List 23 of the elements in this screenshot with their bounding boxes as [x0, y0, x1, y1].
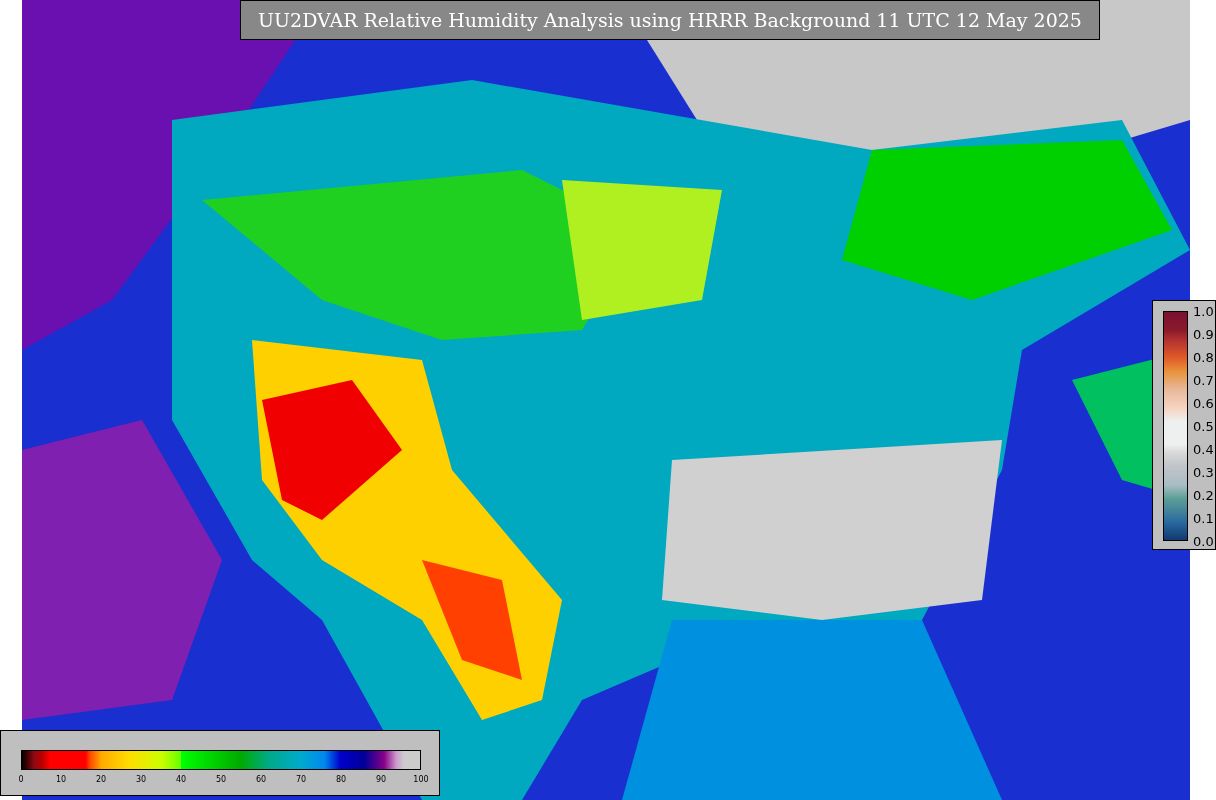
scale-tick-label: 0.1	[1193, 510, 1214, 526]
scale-tick-label: 100	[413, 775, 429, 785]
scale-tick-label: 90	[375, 775, 387, 785]
scale-tick-label: 0.2	[1193, 487, 1214, 503]
scale-tick-label: 0.7	[1193, 372, 1214, 388]
scale-tick-label: 50	[215, 775, 227, 785]
scale-tick-label: 0.6	[1193, 395, 1214, 411]
scale-tick-label: 70	[295, 775, 307, 785]
scale-tick-label: 80	[335, 775, 347, 785]
scale-tick-label: 30	[135, 775, 147, 785]
scale-tick-label: 0	[18, 775, 24, 785]
scale-tick-label: 0.8	[1193, 349, 1214, 365]
scale-tick-label: 10	[55, 775, 67, 785]
scale-tick-label: 20	[95, 775, 107, 785]
scale-tick-label: 0.3	[1193, 464, 1214, 480]
scale-tick-label: 1.0	[1193, 303, 1214, 319]
scale-tick-label: 0.9	[1193, 326, 1214, 342]
scale-tick-label: 0.4	[1193, 441, 1214, 457]
scale-tick-label: 60	[255, 775, 267, 785]
scale-tick-label: 0.5	[1193, 418, 1214, 434]
map-title: UU2DVAR Relative Humidity Analysis using HRRR Background 11 UTC 12 May 2025	[240, 0, 1100, 40]
scale-tick-label: 0.0	[1193, 533, 1214, 549]
scale-tick-label: 40	[175, 775, 187, 785]
